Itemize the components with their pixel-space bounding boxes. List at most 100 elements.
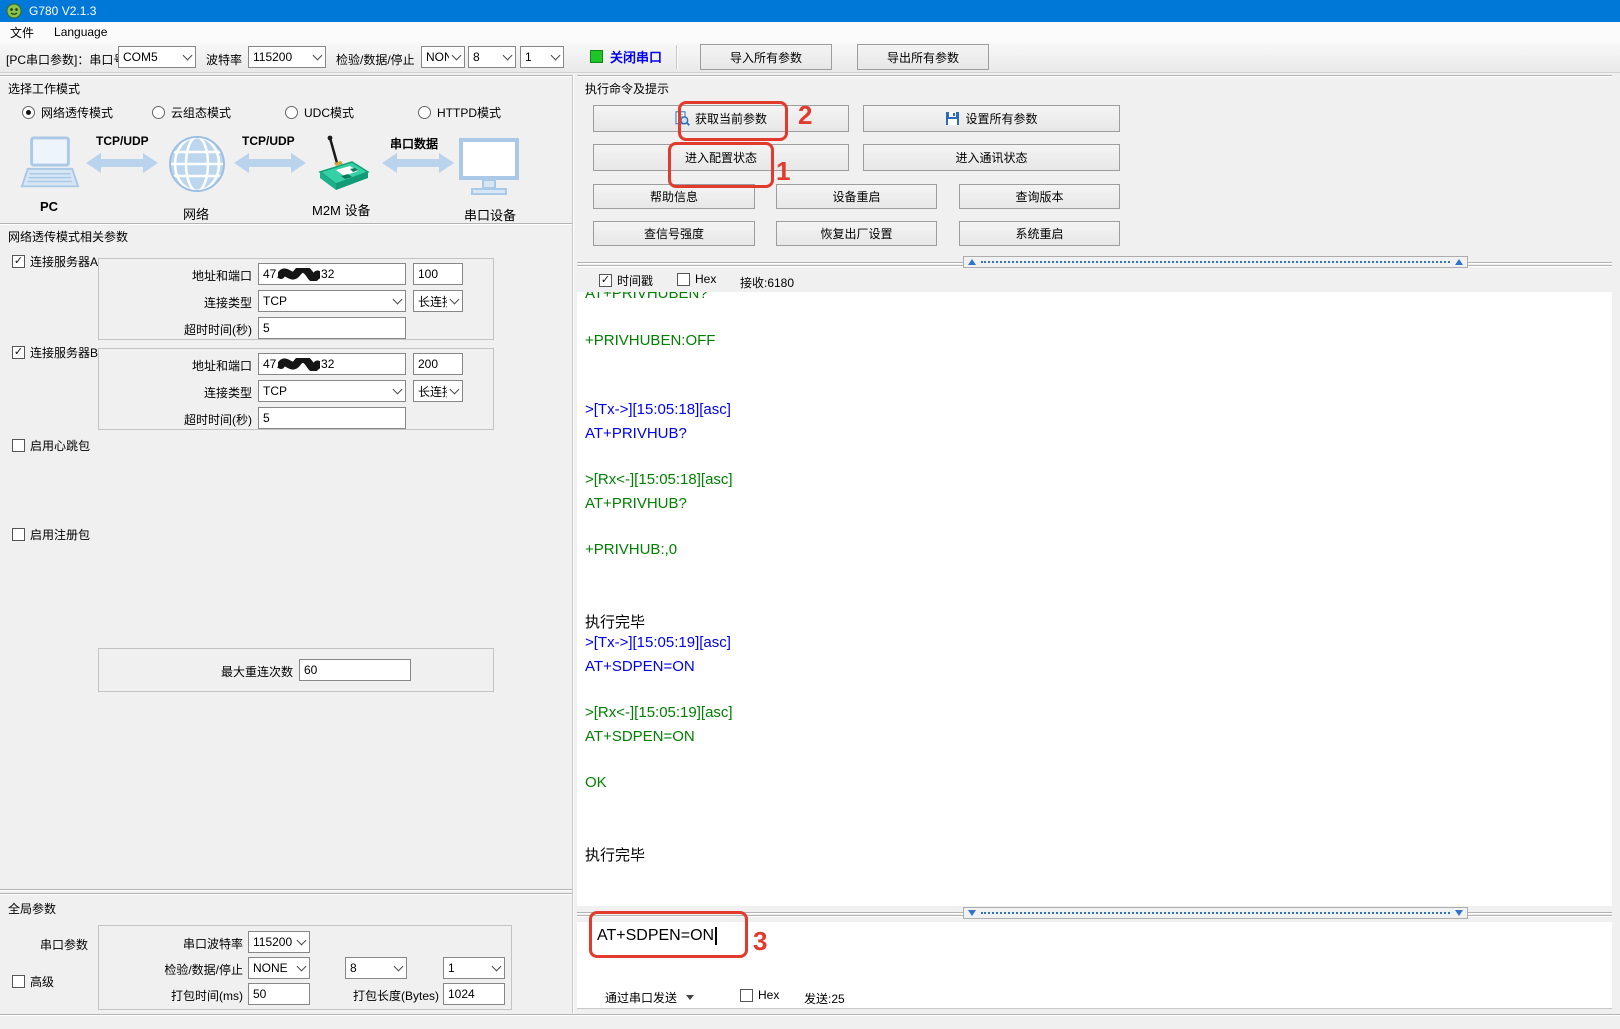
log-line: AT+PRIVHUBEN? — [585, 292, 1612, 308]
send-command-input[interactable]: AT+SDPEN=ON — [597, 927, 717, 945]
menu-file[interactable]: 文件 — [0, 22, 44, 42]
chevron-down-icon — [294, 932, 309, 952]
checkbox-icon — [12, 255, 25, 268]
diagram-link1-label: TCP/UDP — [96, 134, 149, 148]
global-databits-select[interactable]: 8 — [345, 957, 407, 979]
diagram-node-m2m-label: M2M 设备 — [312, 200, 371, 219]
advanced-checkbox[interactable]: 高级 — [12, 973, 54, 990]
server-b-timeout-input[interactable]: 5 — [258, 407, 406, 429]
log-line — [585, 751, 1612, 774]
enter-config-state-button[interactable]: 进入配置状态 — [593, 144, 849, 171]
system-restart-button[interactable]: 系统重启 — [959, 221, 1120, 246]
heartbeat-checkbox[interactable]: 启用心跳包 — [12, 437, 90, 454]
server-b-addr-label: 地址和端口 — [112, 357, 252, 374]
log-hex-checkbox[interactable]: Hex — [677, 272, 716, 286]
chevron-down-icon — [548, 47, 563, 67]
query-version-button[interactable]: 查询版本 — [959, 184, 1120, 209]
panel-divider[interactable] — [572, 75, 574, 1013]
log-line: OK — [585, 774, 1612, 797]
factory-reset-button[interactable]: 恢复出厂设置 — [776, 221, 937, 246]
received-count: 接收:6180 — [740, 274, 794, 291]
set-all-params-button[interactable]: 设置所有参数 — [863, 105, 1120, 132]
reconnect-input[interactable]: 60 — [299, 659, 411, 681]
device-restart-button[interactable]: 设备重启 — [776, 184, 937, 209]
command-panel-title: 执行命令及提示 — [585, 80, 669, 97]
stopbits-select[interactable]: 1 — [520, 46, 564, 68]
server-a-timeout-label: 超时时间(秒) — [112, 321, 252, 338]
log-splitter-handle[interactable] — [963, 256, 1468, 268]
server-a-checkbox[interactable]: 连接服务器A — [12, 253, 98, 270]
menu-language[interactable]: Language — [44, 22, 117, 42]
log-area[interactable]: AT+PRIVHUBEN? +PRIVHUBEN:OFF >[Tx->][15:… — [577, 292, 1612, 906]
log-line: AT+SDPEN=ON — [585, 728, 1612, 751]
checkbox-icon — [12, 346, 25, 359]
pack-len-label: 打包长度(Bytes) — [325, 987, 439, 1004]
title-bar: G780 V2.1.3 — [0, 0, 1620, 22]
server-a-port-input[interactable]: 100 — [413, 263, 463, 285]
databits-select[interactable]: 8 — [468, 46, 516, 68]
redacted-scribble — [278, 268, 320, 281]
reconnect-label: 最大重连次数 — [100, 663, 293, 680]
register-checkbox[interactable]: 启用注册包 — [12, 526, 90, 543]
server-a-type-select[interactable]: TCP — [258, 290, 406, 312]
com-port-select[interactable]: COM5 — [118, 46, 196, 68]
query-signal-button[interactable]: 查信号强度 — [593, 221, 755, 246]
section-divider — [0, 75, 572, 77]
params-section-title: 网络透传模式相关参数 — [8, 228, 128, 245]
serial-group-label: 串口参数 — [40, 936, 88, 953]
double-arrow-icon — [234, 152, 306, 179]
splitter-dots — [981, 261, 1450, 263]
global-baud-select[interactable]: 115200 — [248, 931, 310, 953]
close-serial-button[interactable]: 关闭串口 — [590, 47, 662, 66]
server-b-port-input[interactable]: 200 — [413, 353, 463, 375]
baud-label: 波特率 — [206, 51, 242, 68]
radio-icon — [418, 106, 431, 119]
chevron-down-icon — [447, 291, 462, 311]
log-line: >[Tx->][15:05:18][asc] — [585, 401, 1612, 424]
chevron-down-icon — [294, 958, 309, 978]
network-globe-icon — [165, 132, 229, 201]
mode-radio-cloud[interactable]: 云组态模式 — [152, 104, 231, 121]
send-input-area[interactable] — [577, 922, 1612, 1009]
pack-time-label: 打包时间(ms) — [100, 987, 243, 1004]
server-a-address-input[interactable]: 47..32 — [258, 263, 406, 285]
serial-led-icon — [590, 50, 603, 63]
checkbox-icon — [12, 975, 25, 988]
global-parity-select[interactable]: NONE — [248, 957, 310, 979]
global-section-title: 全局参数 — [8, 900, 56, 917]
baud-select[interactable]: 115200 — [248, 46, 326, 68]
log-line — [585, 798, 1612, 821]
send-splitter-handle[interactable] — [963, 907, 1468, 919]
log-line — [585, 588, 1612, 611]
chevron-down-icon — [489, 958, 504, 978]
server-a-keep-select[interactable]: 长连接 — [413, 290, 463, 312]
help-info-button[interactable]: 帮助信息 — [593, 184, 755, 209]
checkbox-icon — [12, 439, 25, 452]
global-stopbits-select[interactable]: 1 — [443, 957, 505, 979]
export-params-button[interactable]: 导出所有参数 — [857, 44, 989, 70]
pack-time-input[interactable]: 50 — [248, 983, 310, 1005]
log-line: >[Rx<-][15:05:19][asc] — [585, 704, 1612, 727]
server-b-address-input[interactable]: 47..32 — [258, 353, 406, 375]
toolbar-separator — [676, 45, 678, 69]
mode-radio-httpd[interactable]: HTTPD模式 — [418, 104, 501, 121]
parity-select[interactable]: NONE — [421, 46, 465, 68]
server-b-type-select[interactable]: TCP — [258, 380, 406, 402]
enter-comm-state-button[interactable]: 进入通讯状态 — [863, 144, 1120, 171]
menu-bar: 文件 Language — [0, 22, 1620, 43]
send-hex-checkbox[interactable]: Hex — [740, 988, 779, 1002]
timestamp-checkbox[interactable]: 时间戳 — [599, 272, 653, 289]
triangle-up-icon — [968, 259, 976, 265]
server-a-timeout-input[interactable]: 5 — [258, 317, 406, 339]
mode-radio-udc[interactable]: UDC模式 — [285, 104, 354, 121]
mode-radio-transparent[interactable]: 网络透传模式 — [22, 104, 113, 121]
server-b-checkbox[interactable]: 连接服务器B — [12, 344, 98, 361]
send-via-serial-button[interactable]: 通过串口发送 — [605, 989, 694, 1006]
pc-icon — [20, 136, 80, 201]
chevron-down-icon — [500, 47, 515, 67]
server-b-keep-select[interactable]: 长连接 — [413, 380, 463, 402]
diagram-node-network-label: 网络 — [183, 204, 209, 223]
app-window: G780 V2.1.3 文件 Language [PC串口参数]：串口号 COM… — [0, 0, 1620, 1029]
pack-len-input[interactable]: 1024 — [443, 983, 505, 1005]
import-params-button[interactable]: 导入所有参数 — [700, 44, 832, 70]
